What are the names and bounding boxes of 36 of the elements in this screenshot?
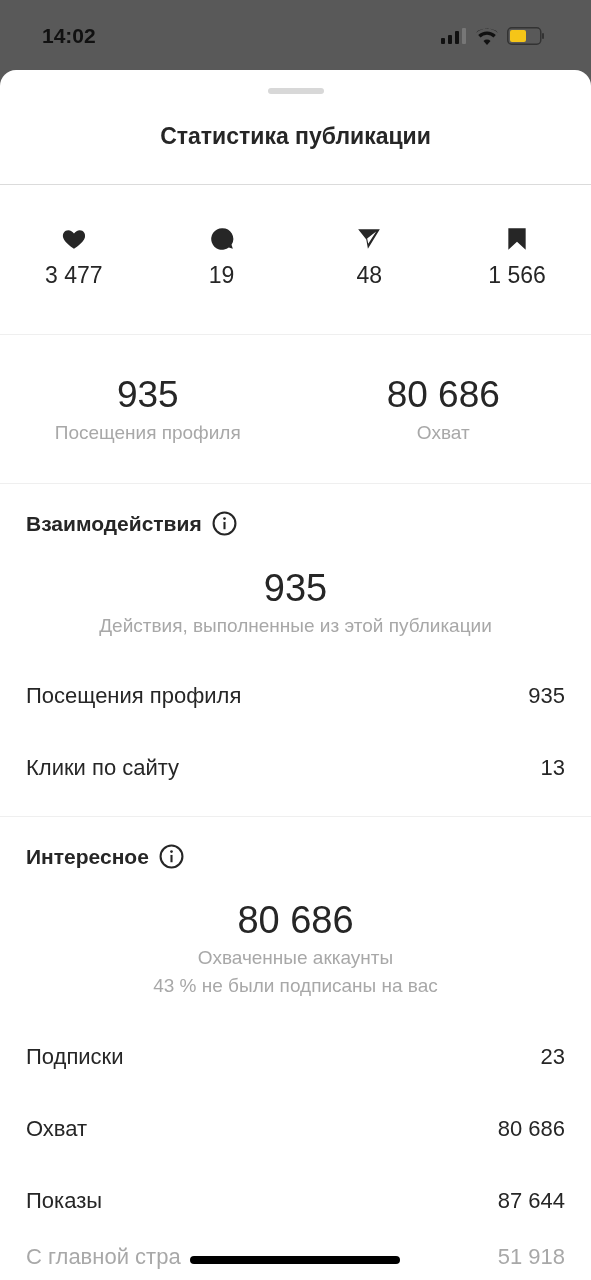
summary-label: Посещения профиля bbox=[54, 420, 241, 445]
metric-value: 51 918 bbox=[497, 1242, 565, 1271]
metric-value: 23 bbox=[540, 1042, 565, 1071]
status-time: 14:02 bbox=[42, 23, 96, 50]
section-heading: Интересное bbox=[26, 843, 149, 870]
battery-icon bbox=[507, 27, 545, 45]
stat-count: 3 477 bbox=[45, 261, 103, 291]
metric-label: С главной стра bbox=[26, 1242, 181, 1271]
stat-count: 1 566 bbox=[488, 261, 546, 291]
sheet-title: Статистика публикации bbox=[160, 121, 431, 151]
summary-value: 935 bbox=[116, 372, 179, 417]
section-heading: Взаимодействия bbox=[26, 511, 202, 537]
metric-label: Клики по сайту bbox=[26, 754, 180, 782]
section-caption: Охваченные аккаунты bbox=[197, 946, 394, 970]
section-caption: 43 % не были подписаны на вас bbox=[153, 974, 438, 998]
metric-value: 13 bbox=[540, 754, 565, 782]
metric-label: Подписки bbox=[26, 1042, 124, 1071]
signal-icon bbox=[441, 28, 467, 44]
summary-value: 80 686 bbox=[386, 372, 500, 417]
comment-icon bbox=[208, 226, 235, 253]
metric-label: Показы bbox=[26, 1186, 103, 1215]
info-icon[interactable] bbox=[158, 843, 184, 869]
section-value: 80 686 bbox=[237, 898, 354, 943]
section-caption: Действия, выполненные из этой публикации bbox=[99, 613, 492, 638]
wifi-icon bbox=[475, 27, 499, 45]
stat-count: 19 bbox=[208, 261, 235, 291]
drag-handle[interactable] bbox=[267, 88, 324, 94]
info-icon[interactable] bbox=[211, 511, 237, 537]
metric-value: 87 644 bbox=[497, 1186, 565, 1215]
metric-label: Посещения профиля bbox=[26, 682, 242, 710]
metric-value: 80 686 bbox=[497, 1114, 565, 1143]
summary-label: Охват bbox=[416, 420, 470, 445]
stat-count: 48 bbox=[356, 261, 383, 291]
section-value: 935 bbox=[263, 565, 328, 611]
metric-value: 935 bbox=[528, 682, 565, 710]
metric-label: Охват bbox=[26, 1114, 88, 1143]
